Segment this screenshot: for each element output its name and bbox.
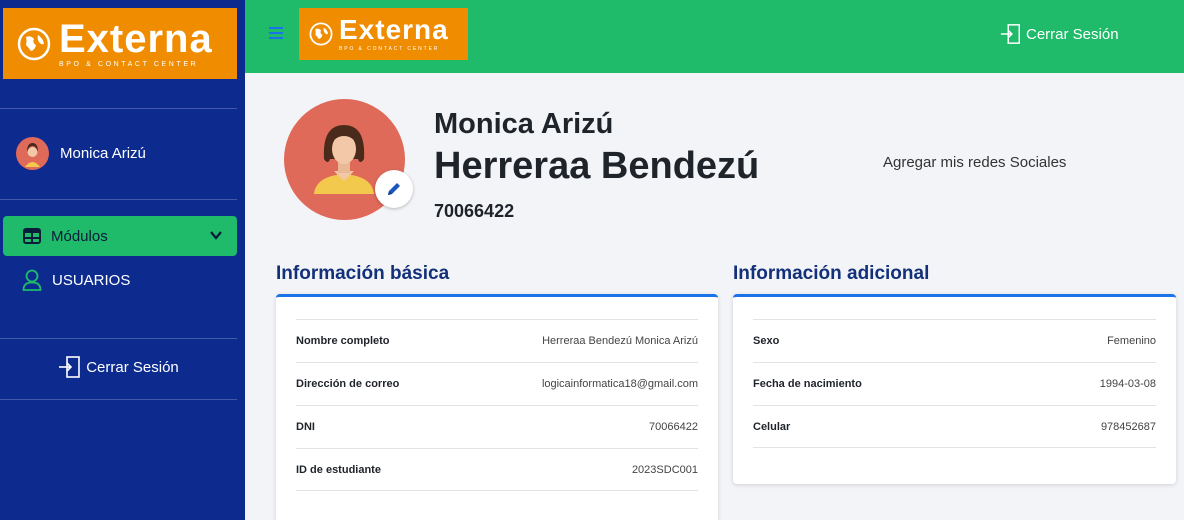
sidebar-divider [0, 199, 237, 200]
info-value: 978452687 [1100, 420, 1156, 433]
top-bar: Externa BPO & CONTACT CENTER Cerrar Sesi… [245, 0, 1184, 73]
brand-name: Externa [59, 17, 213, 61]
info-label: Celular [753, 420, 791, 433]
info-label: Fecha de nacimiento [753, 378, 862, 390]
table-icon [23, 228, 41, 244]
sidebar-item-usuarios[interactable]: USUARIOS [22, 269, 130, 291]
info-label: ID de estudiante [296, 463, 381, 476]
info-row: Nombre completo Herreraa Bendezú Monica … [296, 319, 698, 362]
sidebar-item-label: Módulos [51, 227, 108, 245]
pencil-icon [388, 183, 400, 195]
basic-info-title: Información básica [276, 263, 450, 284]
profile-first-names: Monica Arizú [434, 108, 614, 140]
brand-name: Externa [339, 14, 449, 45]
info-row: Celular 978452687 [753, 405, 1156, 448]
info-row: Dirección de correo logicainformatica18@… [296, 362, 698, 405]
sidebar: Externa BPO & CONTACT CENTER Monica Ariz… [0, 0, 245, 520]
logout-label: Cerrar Sesión [86, 358, 179, 376]
chevron-down-icon [210, 231, 222, 240]
user-avatar-icon [16, 137, 49, 170]
sidebar-item-modulos[interactable]: Módulos [3, 216, 237, 256]
sidebar-divider [0, 108, 237, 109]
info-value: Femenino [1107, 335, 1156, 347]
info-label: DNI [296, 421, 315, 433]
header-logo[interactable]: Externa BPO & CONTACT CENTER [299, 8, 468, 60]
user-icon [22, 269, 42, 291]
info-row: DNI 70066422 [296, 405, 698, 448]
sidebar-user[interactable]: Monica Arizú [16, 137, 146, 170]
sidebar-logout-button[interactable]: Cerrar Sesión [0, 355, 237, 379]
sidebar-user-name: Monica Arizú [60, 145, 146, 162]
edit-avatar-button[interactable] [375, 170, 413, 208]
info-value: Herreraa Bendezú Monica Arizú [542, 335, 698, 347]
add-social-links[interactable]: Agregar mis redes Sociales [883, 154, 1066, 171]
info-row: Fecha de nacimiento 1994-03-08 [753, 362, 1156, 405]
profile-last-names: Herreraa Bendezú [434, 145, 760, 187]
sidebar-logo[interactable]: Externa BPO & CONTACT CENTER [3, 8, 237, 79]
brand-tagline: BPO & CONTACT CENTER [339, 46, 440, 52]
info-row: Sexo Femenino [753, 319, 1156, 362]
sidebar-divider [0, 399, 237, 400]
additional-info-card: Sexo Femenino Fecha de nacimiento 1994-0… [733, 294, 1176, 484]
menu-icon[interactable] [269, 27, 283, 39]
globe-icon [309, 22, 333, 46]
profile-dni: 70066422 [434, 201, 515, 221]
logout-icon [59, 356, 81, 378]
brand-tagline: BPO & CONTACT CENTER [59, 61, 199, 68]
info-value: 2023SDC001 [631, 463, 698, 476]
basic-info-card: Nombre completo Herreraa Bendezú Monica … [276, 294, 718, 520]
info-row: ID de estudiante 2023SDC001 [296, 448, 698, 491]
additional-info-title: Información adicional [733, 263, 930, 284]
sidebar-divider [0, 338, 237, 339]
sidebar-item-label: USUARIOS [52, 271, 131, 289]
header-logout-button[interactable]: Cerrar Sesión [1000, 23, 1119, 45]
logout-icon [1000, 24, 1020, 44]
info-label: Nombre completo [296, 335, 390, 347]
logout-label: Cerrar Sesión [1026, 25, 1119, 43]
globe-icon [17, 27, 51, 60]
info-value: 70066422 [649, 421, 698, 433]
info-label: Sexo [753, 335, 780, 347]
info-value: 1994-03-08 [1099, 378, 1156, 390]
info-label: Dirección de correo [296, 378, 400, 390]
info-value: logicainformatica18@gmail.com [541, 378, 698, 390]
